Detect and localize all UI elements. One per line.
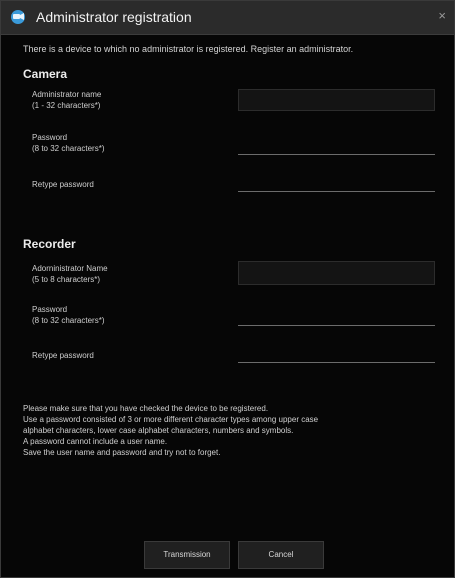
note-line: Save the user name and password and try … xyxy=(23,448,221,457)
note-line: Please make sure that you have checked t… xyxy=(23,404,269,413)
note-line: A password cannot include a user name. xyxy=(23,437,168,446)
title-bar: Administrator registration × xyxy=(1,1,454,35)
recorder-password-label: Password (8 to 32 characters*) xyxy=(32,305,105,325)
password-notes: Please make sure that you have checked t… xyxy=(23,403,443,458)
transmission-button[interactable]: Transmission xyxy=(144,541,230,569)
camera-heading: Camera xyxy=(23,67,68,81)
camera-admin-name-label: Administrator name (1 - 32 characters*) xyxy=(32,90,102,110)
app-icon xyxy=(10,9,26,25)
camera-admin-name-input[interactable] xyxy=(238,89,435,111)
note-line: alphabet characters, lower case alphabet… xyxy=(23,426,294,435)
intro-text: There is a device to which no administra… xyxy=(23,44,354,54)
note-line: Use a password consisted of 3 or more di… xyxy=(23,415,319,424)
recorder-admin-name-input[interactable] xyxy=(238,261,435,285)
recorder-heading: Recorder xyxy=(23,237,76,251)
camera-password-label: Password (8 to 32 characters*) xyxy=(32,133,105,153)
admin-registration-dialog: Administrator registration × There is a … xyxy=(0,0,455,578)
recorder-password-input[interactable] xyxy=(238,325,435,326)
close-icon[interactable]: × xyxy=(438,8,446,24)
camera-retype-password-input[interactable] xyxy=(238,191,435,192)
recorder-retype-password-input[interactable] xyxy=(238,362,435,363)
cancel-button[interactable]: Cancel xyxy=(238,541,324,569)
camera-password-input[interactable] xyxy=(238,154,435,155)
recorder-retype-password-label: Retype password xyxy=(32,351,94,360)
camera-retype-password-label: Retype password xyxy=(32,180,94,189)
recorder-admin-name-label: Adorninistrator Name (5 to 8 characters*… xyxy=(32,264,108,284)
dialog-title: Administrator registration xyxy=(36,9,192,25)
